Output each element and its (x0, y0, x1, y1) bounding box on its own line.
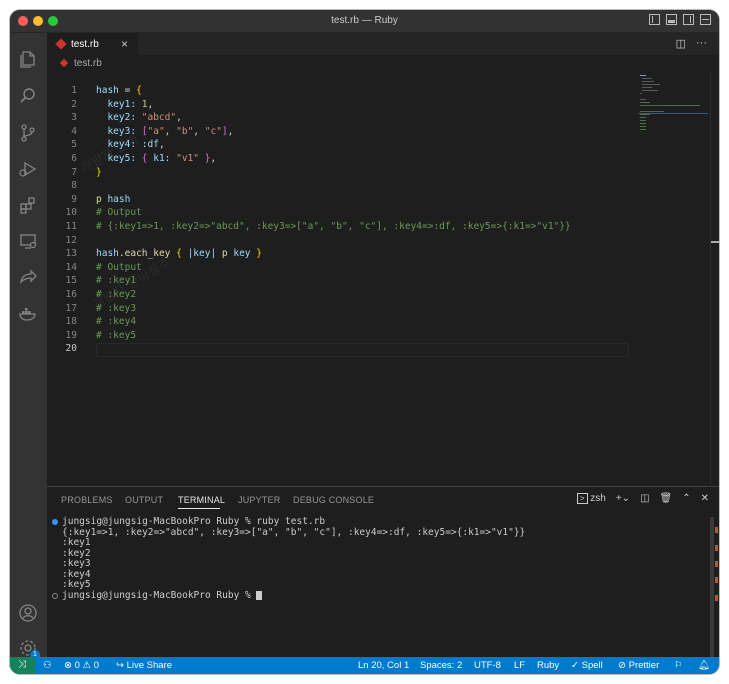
tab-jupyter[interactable]: JUPYTER (238, 495, 280, 505)
spell-check-icon: ✓ (571, 660, 579, 671)
ruby-file-icon (55, 38, 67, 50)
line-number: 4 (71, 125, 77, 137)
line-number: 9 (71, 193, 77, 205)
toggle-panel-icon[interactable] (666, 14, 677, 25)
code-editor[interactable]: 개발자 한바 개발자 한바정주 1 hash = { 2 key1: 1, 3 k… (47, 73, 629, 486)
line-number: 19 (65, 329, 77, 341)
extensions-icon[interactable] (18, 195, 38, 215)
eol-status[interactable]: LF (514, 660, 525, 671)
close-panel-icon[interactable]: ✕ (701, 493, 709, 504)
spell-status[interactable]: ✓ Spell (571, 660, 603, 671)
settings-gear-icon[interactable]: 1 (18, 638, 40, 660)
remote-explorer-icon[interactable] (18, 231, 38, 251)
line-number: 18 (65, 316, 77, 328)
tab-label: test.rb (71, 39, 99, 50)
title-bar: test.rb — Ruby (10, 10, 719, 33)
cursor-position[interactable]: Ln 20, Col 1 (358, 660, 409, 671)
line-number: 16 (65, 289, 77, 300)
more-actions-icon[interactable]: ··· (696, 37, 707, 50)
remote-icon: ⤨ (18, 659, 26, 670)
encoding-status[interactable]: UTF-8 (474, 660, 501, 671)
ruby-file-icon (59, 58, 69, 68)
command-pending-icon (52, 592, 58, 599)
line-number: 6 (71, 153, 77, 164)
split-editor-icon[interactable]: ◫ (676, 37, 686, 50)
notifications-bell-icon[interactable]: 🔔︎ (698, 660, 710, 671)
toggle-secondary-sidebar-icon[interactable] (683, 14, 694, 25)
line-number: 1 (71, 85, 77, 96)
line-number: 3 (71, 112, 77, 124)
current-line[interactable]: 20 (47, 342, 629, 358)
new-terminal-icon[interactable]: +⌄ (616, 493, 630, 504)
live-share-icon[interactable] (18, 267, 38, 287)
prettier-status[interactable]: ⊘ Prettier (618, 660, 659, 671)
line-number: 5 (71, 139, 77, 151)
tab-debug-console[interactable]: DEBUG CONSOLE (293, 495, 374, 505)
line-number: 12 (65, 234, 77, 246)
activity-bar: 1 (10, 33, 47, 660)
line-number: 10 (65, 207, 77, 219)
line-number: 13 (65, 248, 77, 260)
terminal-icon: > (576, 493, 588, 504)
run-debug-icon[interactable] (18, 159, 38, 179)
explorer-icon[interactable] (18, 49, 38, 69)
editor-scrollbar[interactable] (710, 73, 719, 486)
editor-tab-bar: test.rb × ◫ ··· (47, 33, 719, 56)
source-control-icon[interactable] (18, 123, 38, 143)
line-number: 2 (71, 98, 77, 110)
live-share-status[interactable]: ↪ Live Share (116, 660, 172, 671)
tab-terminal[interactable]: TERMINAL (178, 495, 225, 505)
line-number: 7 (71, 166, 77, 178)
split-terminal-icon[interactable]: ◫ (640, 493, 649, 504)
bottom-panel: PROBLEMS OUTPUT TERMINAL JUPYTER DEBUG C… (47, 486, 719, 658)
breadcrumb: test.rb (47, 55, 719, 73)
breadcrumb-file[interactable]: test.rb (74, 58, 102, 69)
kill-terminal-icon[interactable]: 🗑 (660, 493, 673, 504)
remote-indicator[interactable]: ⤨ (10, 657, 36, 674)
customize-layout-icon[interactable] (700, 14, 711, 25)
line-number: 8 (71, 180, 77, 192)
line-number: 15 (65, 275, 77, 287)
minimap[interactable] (638, 73, 708, 133)
terminal-shell-selector[interactable]: > zsh (576, 493, 606, 504)
status-bar: ⤨ ⚇ ⊗ 0 ⚠ 0 ↪ Live Share Ln 20, Col 1 Sp… (10, 657, 719, 674)
command-success-icon (52, 519, 58, 525)
line-number: 14 (65, 261, 77, 273)
terminal-output[interactable]: jungsig@jungsig-MacBookPro Ruby % ruby t… (52, 516, 702, 601)
tab-problems[interactable]: PROBLEMS (61, 495, 113, 505)
terminal-cursor (256, 590, 263, 600)
close-tab-icon[interactable]: × (121, 37, 128, 51)
account-icon[interactable] (18, 603, 38, 623)
problems-status[interactable]: ⊗ 0 ⚠ 0 (64, 660, 99, 671)
indentation-status[interactable]: Spaces: 2 (420, 660, 462, 671)
line-number: 17 (65, 302, 77, 314)
error-icon: ⊗ (64, 660, 72, 671)
toggle-primary-sidebar-icon[interactable] (649, 14, 660, 25)
language-mode[interactable]: Ruby (537, 660, 559, 671)
vscode-window: test.rb — Ruby 1 test.rb × ◫ ··· test.rb… (10, 10, 719, 674)
warning-icon: ⚠ (82, 660, 92, 671)
live-share-icon: ↪ (116, 660, 124, 671)
search-icon[interactable] (18, 86, 38, 106)
accounts-icon[interactable]: ⚇ (43, 660, 52, 671)
window-title: test.rb — Ruby (331, 15, 398, 26)
line-number: 11 (65, 221, 77, 232)
feedback-icon[interactable]: ⚐ (674, 660, 683, 671)
prettier-icon: ⊘ (618, 660, 626, 671)
maximize-panel-icon[interactable]: ⌃ (682, 493, 690, 504)
tab-output[interactable]: OUTPUT (125, 495, 163, 505)
docker-icon[interactable] (18, 303, 38, 323)
terminal-scrollbar[interactable] (710, 517, 714, 657)
line-number: 20 (65, 343, 77, 355)
tab-test-rb[interactable]: test.rb × (47, 33, 138, 56)
